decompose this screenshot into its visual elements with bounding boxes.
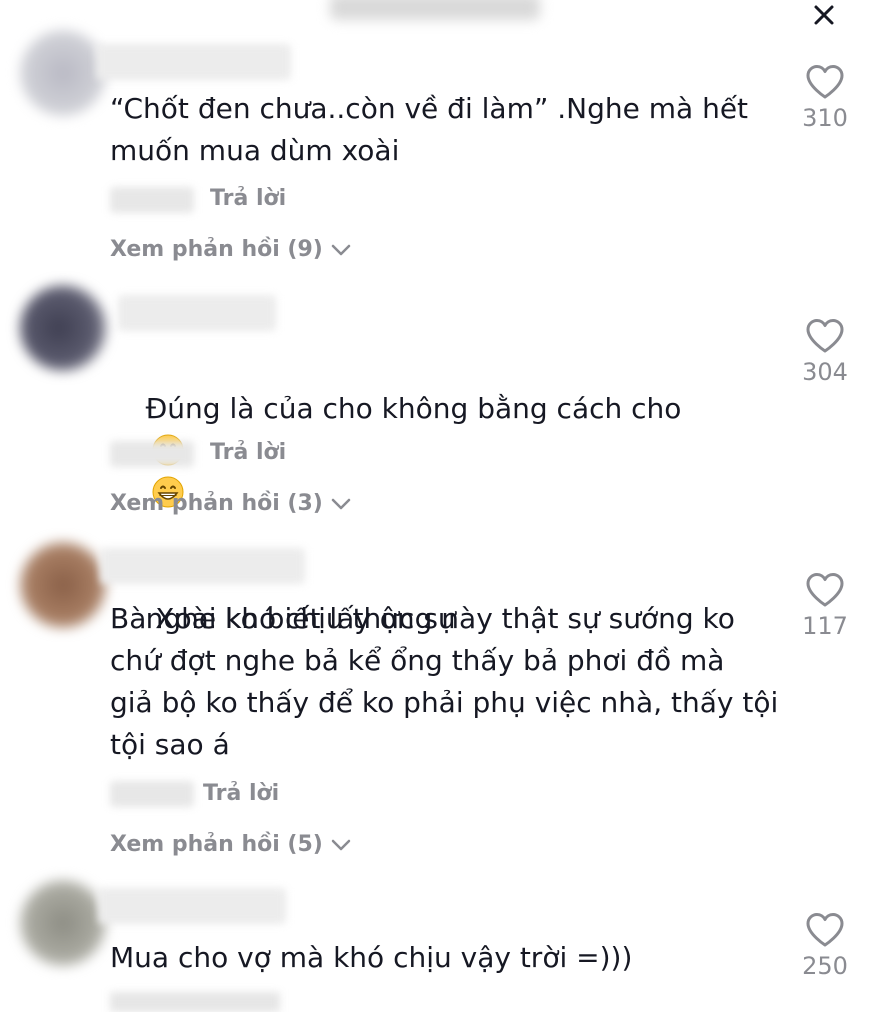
- like-group: 117: [790, 572, 860, 640]
- comment-text: Mua cho vợ mà khó chịu vậy trời =))): [110, 941, 633, 974]
- chevron-down-icon: [331, 244, 351, 255]
- blurred-header-title: [330, 0, 540, 20]
- heart-outline-icon[interactable]: [805, 912, 845, 948]
- view-replies-button[interactable]: Xem phản hồi (5): [110, 832, 351, 857]
- close-button[interactable]: [806, 0, 842, 30]
- view-replies-label: Xem phản hồi (5): [110, 832, 323, 857]
- chevron-down-icon: [331, 498, 351, 509]
- avatar[interactable]: [20, 542, 106, 628]
- close-icon: [814, 5, 834, 25]
- view-replies-button[interactable]: Xem phản hồi (3): [110, 491, 351, 516]
- view-replies-label: Xem phản hồi (3): [110, 491, 323, 516]
- like-group: 310: [790, 64, 860, 132]
- heart-outline-icon[interactable]: [805, 318, 845, 354]
- avatar[interactable]: [20, 880, 106, 966]
- reply-button[interactable]: Trả lời: [210, 186, 286, 211]
- like-count: 310: [802, 104, 848, 132]
- comment-text: Bà Xoài ko biết lấy ông này thật sự sướn…: [110, 602, 779, 761]
- blurred-username[interactable]: [96, 44, 291, 80]
- comment-text-line: Đúng là của cho không bằng cách cho: [145, 392, 682, 425]
- reply-button[interactable]: Trả lời: [210, 440, 286, 465]
- avatar[interactable]: [20, 30, 106, 116]
- like-count: 117: [802, 612, 848, 640]
- blurred-username[interactable]: [118, 295, 276, 331]
- avatar[interactable]: [20, 285, 106, 371]
- blurred-timestamp: [110, 441, 194, 467]
- reply-button[interactable]: Trả lời: [203, 781, 279, 806]
- blurred-timestamp: [110, 187, 194, 213]
- blurred-cutoff-row: [110, 992, 280, 1012]
- view-replies-button[interactable]: Xem phản hồi (9): [110, 237, 351, 262]
- like-count: 304: [802, 358, 848, 386]
- blurred-username[interactable]: [100, 548, 305, 584]
- heart-outline-icon[interactable]: [805, 572, 845, 608]
- heart-outline-icon[interactable]: [805, 64, 845, 100]
- like-count: 250: [802, 952, 848, 980]
- blurred-timestamp: [110, 781, 194, 807]
- like-group: 304: [790, 318, 860, 386]
- like-group: 250: [790, 912, 860, 980]
- chevron-down-icon: [331, 839, 351, 850]
- comment-text: “Chốt đen chưa..còn về đi làm” .Nghe mà …: [110, 92, 749, 167]
- view-replies-label: Xem phản hồi (9): [110, 237, 323, 262]
- blurred-username[interactable]: [98, 888, 286, 924]
